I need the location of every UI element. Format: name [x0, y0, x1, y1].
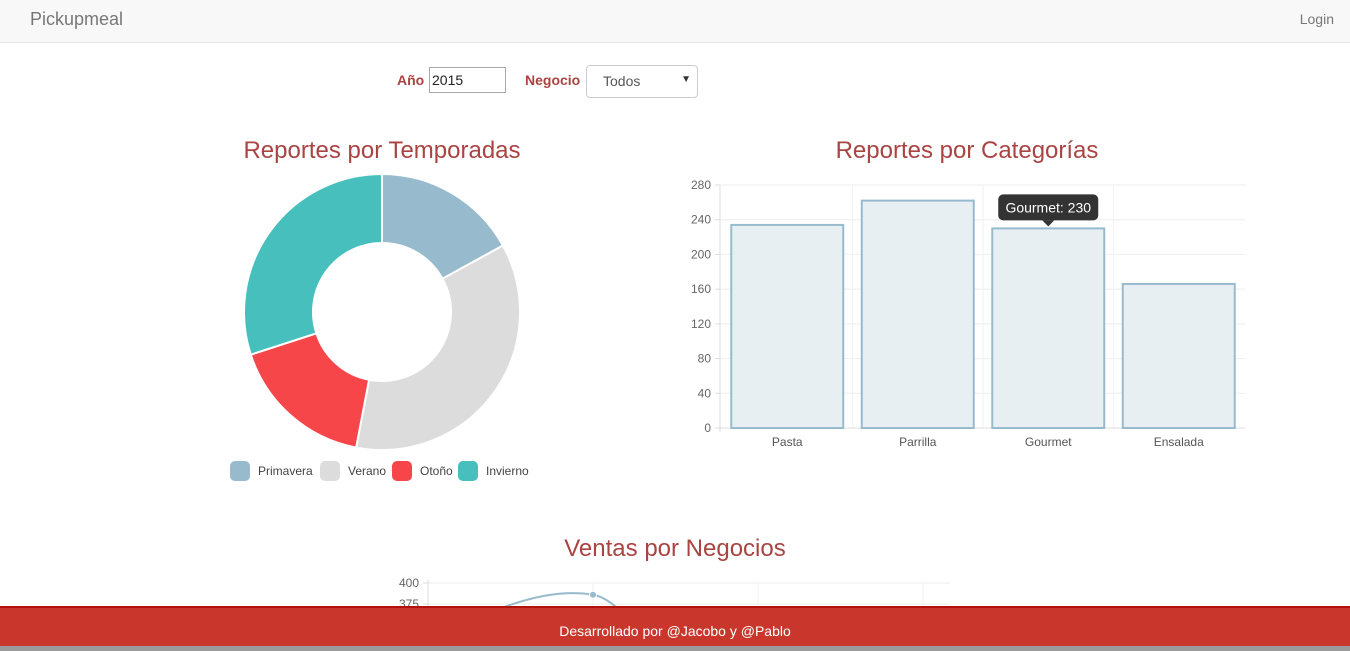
- brand-link[interactable]: Pickupmeal: [30, 9, 123, 30]
- business-select[interactable]: Todos ▼: [586, 65, 698, 98]
- business-select-value: Todos: [603, 73, 641, 89]
- bar-ensalada[interactable]: [1121, 282, 1236, 429]
- y-tick-label: 0: [704, 421, 711, 435]
- categories-bar-chart: 0 40 80 120 160 200 240 280 Pasta Parrilla Gourmet…: [691, 178, 1245, 449]
- slice-otono[interactable]: [249, 332, 371, 449]
- tooltip-text: Gourmet: 230: [1005, 199, 1091, 215]
- seasons-legend: Primavera Verano Otoño Invierno: [230, 460, 550, 484]
- legend-label: Otoño: [420, 464, 453, 478]
- y-tick-label: 200: [691, 247, 711, 261]
- year-input[interactable]: [429, 67, 506, 93]
- y-tick-label: 160: [691, 282, 711, 296]
- sales-point[interactable]: [589, 590, 597, 599]
- bar-gourmet[interactable]: [991, 227, 1106, 430]
- year-label: Año: [397, 72, 425, 88]
- x-tick-label: Pasta: [772, 435, 803, 449]
- login-link[interactable]: Login: [1300, 11, 1334, 27]
- legend-label: Invierno: [486, 464, 529, 478]
- legend-label: Verano: [348, 464, 387, 478]
- y-tick-label: 280: [691, 178, 711, 192]
- legend-swatch: [230, 461, 250, 481]
- legend-swatch: [458, 461, 478, 481]
- y-tick-label: 40: [698, 386, 712, 400]
- y-tick-label: 120: [691, 317, 711, 331]
- footer-credits: Desarrollado por @Jacobo y @Pablo: [559, 623, 791, 639]
- x-tick-label: Ensalada: [1154, 435, 1204, 449]
- seasons-doughnut-chart: [243, 172, 521, 451]
- navbar: Pickupmeal Login: [0, 0, 1350, 43]
- taskbar: [0, 646, 1350, 651]
- legend-swatch: [320, 461, 340, 481]
- bar-parrilla[interactable]: [860, 199, 975, 429]
- legend-label: Primavera: [258, 464, 313, 478]
- y-tick-label: 80: [698, 352, 712, 366]
- seasons-chart-title: Reportes por Temporadas: [243, 137, 521, 164]
- bar-pasta[interactable]: [730, 223, 845, 429]
- sales-chart-title: Ventas por Negocios: [564, 535, 786, 562]
- legend-swatch: [392, 461, 412, 481]
- sales-line-chart: 400375: [399, 576, 950, 610]
- x-tick-label: Parrilla: [899, 435, 937, 449]
- categories-chart-title: Reportes por Categorías: [835, 137, 1099, 164]
- chevron-down-icon: ▼: [681, 74, 691, 85]
- y-tick-label: 400: [399, 576, 419, 590]
- tooltip-arrow: [1042, 220, 1055, 227]
- business-label: Negocio: [525, 72, 581, 88]
- y-tick-label: 240: [691, 213, 711, 227]
- slice-invierno[interactable]: [243, 172, 383, 356]
- x-tick-label: Gourmet: [1025, 435, 1072, 449]
- footer: Desarrollado por @Jacobo y @Pablo: [0, 606, 1350, 646]
- slice-verano[interactable]: [354, 244, 521, 451]
